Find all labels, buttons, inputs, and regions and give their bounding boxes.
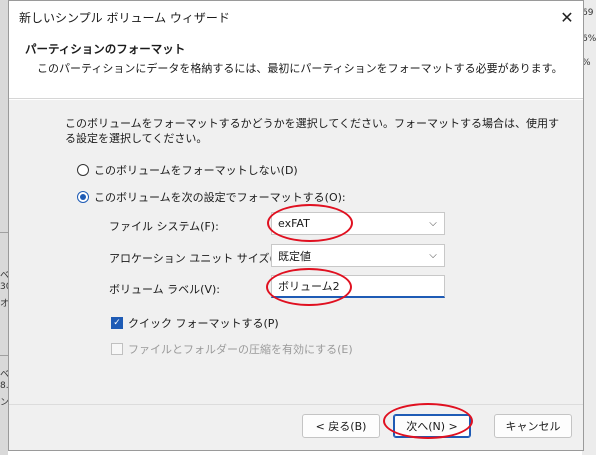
volume-label-value: ボリューム2 (278, 280, 340, 293)
page-subtitle: このパーティションにデータを格納するには、最初にパーティションをフォーマットする… (37, 62, 563, 75)
radio-format-indicator[interactable] (77, 191, 89, 203)
window-title: 新しいシンプル ボリューム ウィザード (19, 10, 230, 25)
close-button[interactable]: ✕ (551, 1, 583, 33)
file-system-select[interactable]: exFAT ⌵ (271, 212, 445, 235)
compression-checkbox-row: ファイルとフォルダーの圧縮を有効にする(E) (111, 341, 353, 357)
wizard-footer: < 戻る(B) 次へ(N) > キャンセル (9, 404, 583, 450)
radio-no-format-indicator[interactable] (77, 164, 89, 176)
chevron-down-icon: ⌵ (429, 250, 437, 261)
radio-format-label: このボリュームを次の設定でフォーマットする(O): (94, 191, 346, 204)
compression-checkbox (111, 343, 123, 355)
title-bar[interactable]: 新しいシンプル ボリューム ウィザード ✕ (9, 1, 583, 33)
quick-format-label: クイック フォーマットする(P) (128, 317, 279, 330)
volume-label-label: ボリューム ラベル(V): (109, 283, 220, 296)
volume-label-input[interactable]: ボリューム2 (271, 275, 445, 298)
radio-no-format-label: このボリュームをフォーマットしない(D) (94, 164, 298, 177)
compression-label: ファイルとフォルダーの圧縮を有効にする(E) (128, 343, 353, 356)
wizard-header: パーティションのフォーマット このパーティションにデータを格納するには、最初にパ… (9, 33, 583, 99)
close-icon: ✕ (560, 7, 574, 27)
quick-format-checkbox[interactable]: ✓ (111, 317, 123, 329)
bg-text: 6% (582, 34, 596, 44)
page-title: パーティションのフォーマット (25, 42, 186, 56)
background-window-left: ベ 30 オ ベ 8. ン (0, 0, 11, 455)
wizard-dialog: 新しいシンプル ボリューム ウィザード ✕ パーティションのフォーマット このパ… (8, 0, 584, 451)
next-button[interactable]: 次へ(N) > (393, 414, 471, 438)
quick-format-checkbox-row[interactable]: ✓ クイック フォーマットする(P) (111, 315, 279, 331)
back-button[interactable]: < 戻る(B) (302, 414, 380, 438)
file-system-label: ファイル システム(F): (109, 220, 219, 233)
allocation-unit-label: アロケーション ユニット サイズ(A): (109, 252, 290, 265)
file-system-value: exFAT (278, 217, 310, 230)
radio-format[interactable]: このボリュームを次の設定でフォーマットする(O): (77, 189, 346, 205)
allocation-unit-value: 既定値 (278, 249, 311, 263)
background-window-right: 69 6% % (582, 0, 596, 455)
wizard-content: このボリュームをフォーマットするかどうかを選択してください。フォーマットする場合… (9, 100, 583, 404)
chevron-down-icon: ⌵ (429, 218, 437, 229)
radio-no-format[interactable]: このボリュームをフォーマットしない(D) (77, 162, 298, 178)
format-description: このボリュームをフォーマットするかどうかを選択してください。フォーマットする場合… (65, 117, 560, 145)
allocation-unit-select[interactable]: 既定値 ⌵ (271, 244, 445, 267)
cancel-button[interactable]: キャンセル (494, 414, 572, 438)
